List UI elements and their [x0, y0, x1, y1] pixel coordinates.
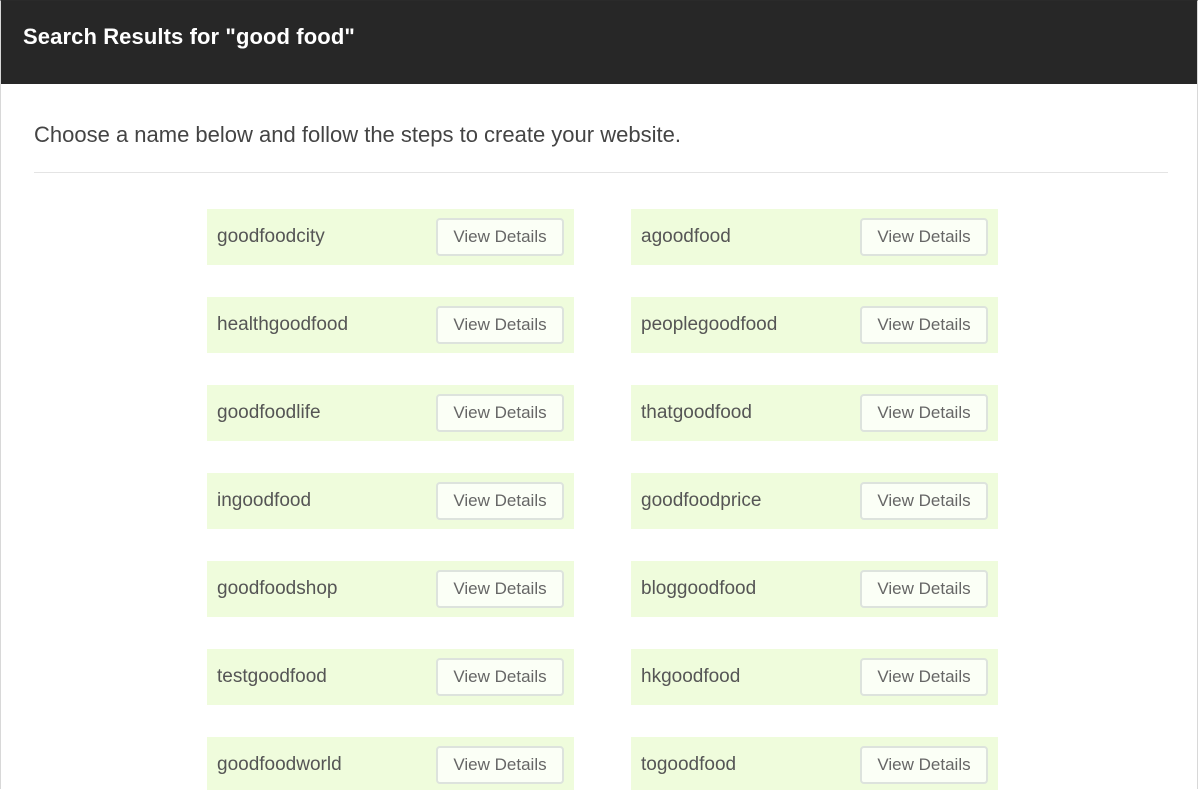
- view-details-button[interactable]: View Details: [860, 482, 988, 520]
- view-details-button[interactable]: View Details: [436, 482, 564, 520]
- result-card: goodfoodshop View Details: [207, 561, 574, 617]
- result-card: goodfoodworld View Details: [207, 737, 574, 790]
- result-card: agoodfood View Details: [631, 209, 998, 265]
- result-name: goodfoodshop: [217, 578, 338, 599]
- view-details-button[interactable]: View Details: [860, 570, 988, 608]
- page-frame: Search Results for "good food" Choose a …: [0, 0, 1198, 790]
- result-name: healthgoodfood: [217, 314, 349, 335]
- view-details-button[interactable]: View Details: [436, 746, 564, 784]
- view-details-button[interactable]: View Details: [860, 394, 988, 432]
- result-card: ingoodfood View Details: [207, 473, 574, 529]
- result-name: ingoodfood: [217, 490, 312, 511]
- result-name: goodfoodcity: [217, 226, 325, 247]
- result-card: goodfoodprice View Details: [631, 473, 998, 529]
- view-details-button[interactable]: View Details: [860, 746, 988, 784]
- result-name: goodfoodprice: [641, 490, 762, 511]
- header-bar: Search Results for "good food": [1, 1, 1197, 84]
- divider: [34, 172, 1168, 173]
- result-card: goodfoodlife View Details: [207, 385, 574, 441]
- result-name: thatgoodfood: [641, 402, 752, 423]
- result-name: bloggoodfood: [641, 578, 757, 599]
- result-name: testgoodfood: [217, 666, 327, 687]
- result-name: peoplegoodfood: [641, 314, 778, 335]
- result-card: hkgoodfood View Details: [631, 649, 998, 705]
- result-name: togoodfood: [641, 754, 737, 775]
- result-name: hkgoodfood: [641, 666, 741, 687]
- view-details-button[interactable]: View Details: [436, 218, 564, 256]
- view-details-button[interactable]: View Details: [860, 658, 988, 696]
- intro-text: Choose a name below and follow the steps…: [34, 122, 681, 147]
- view-details-button[interactable]: View Details: [436, 570, 564, 608]
- result-card: peoplegoodfood View Details: [631, 297, 998, 353]
- view-details-button[interactable]: View Details: [860, 218, 988, 256]
- page-title: Search Results for "good food": [23, 23, 355, 49]
- result-name: agoodfood: [641, 226, 731, 247]
- result-name: goodfoodlife: [217, 402, 321, 423]
- result-card: togoodfood View Details: [631, 737, 998, 790]
- results-grid: goodfoodcity View Details agoodfood View…: [207, 209, 998, 790]
- result-card: bloggoodfood View Details: [631, 561, 998, 617]
- result-name: goodfoodworld: [217, 754, 342, 775]
- view-details-button[interactable]: View Details: [436, 394, 564, 432]
- result-card: thatgoodfood View Details: [631, 385, 998, 441]
- result-card: healthgoodfood View Details: [207, 297, 574, 353]
- view-details-button[interactable]: View Details: [436, 306, 564, 344]
- view-details-button[interactable]: View Details: [436, 658, 564, 696]
- view-details-button[interactable]: View Details: [860, 306, 988, 344]
- result-card: testgoodfood View Details: [207, 649, 574, 705]
- result-card: goodfoodcity View Details: [207, 209, 574, 265]
